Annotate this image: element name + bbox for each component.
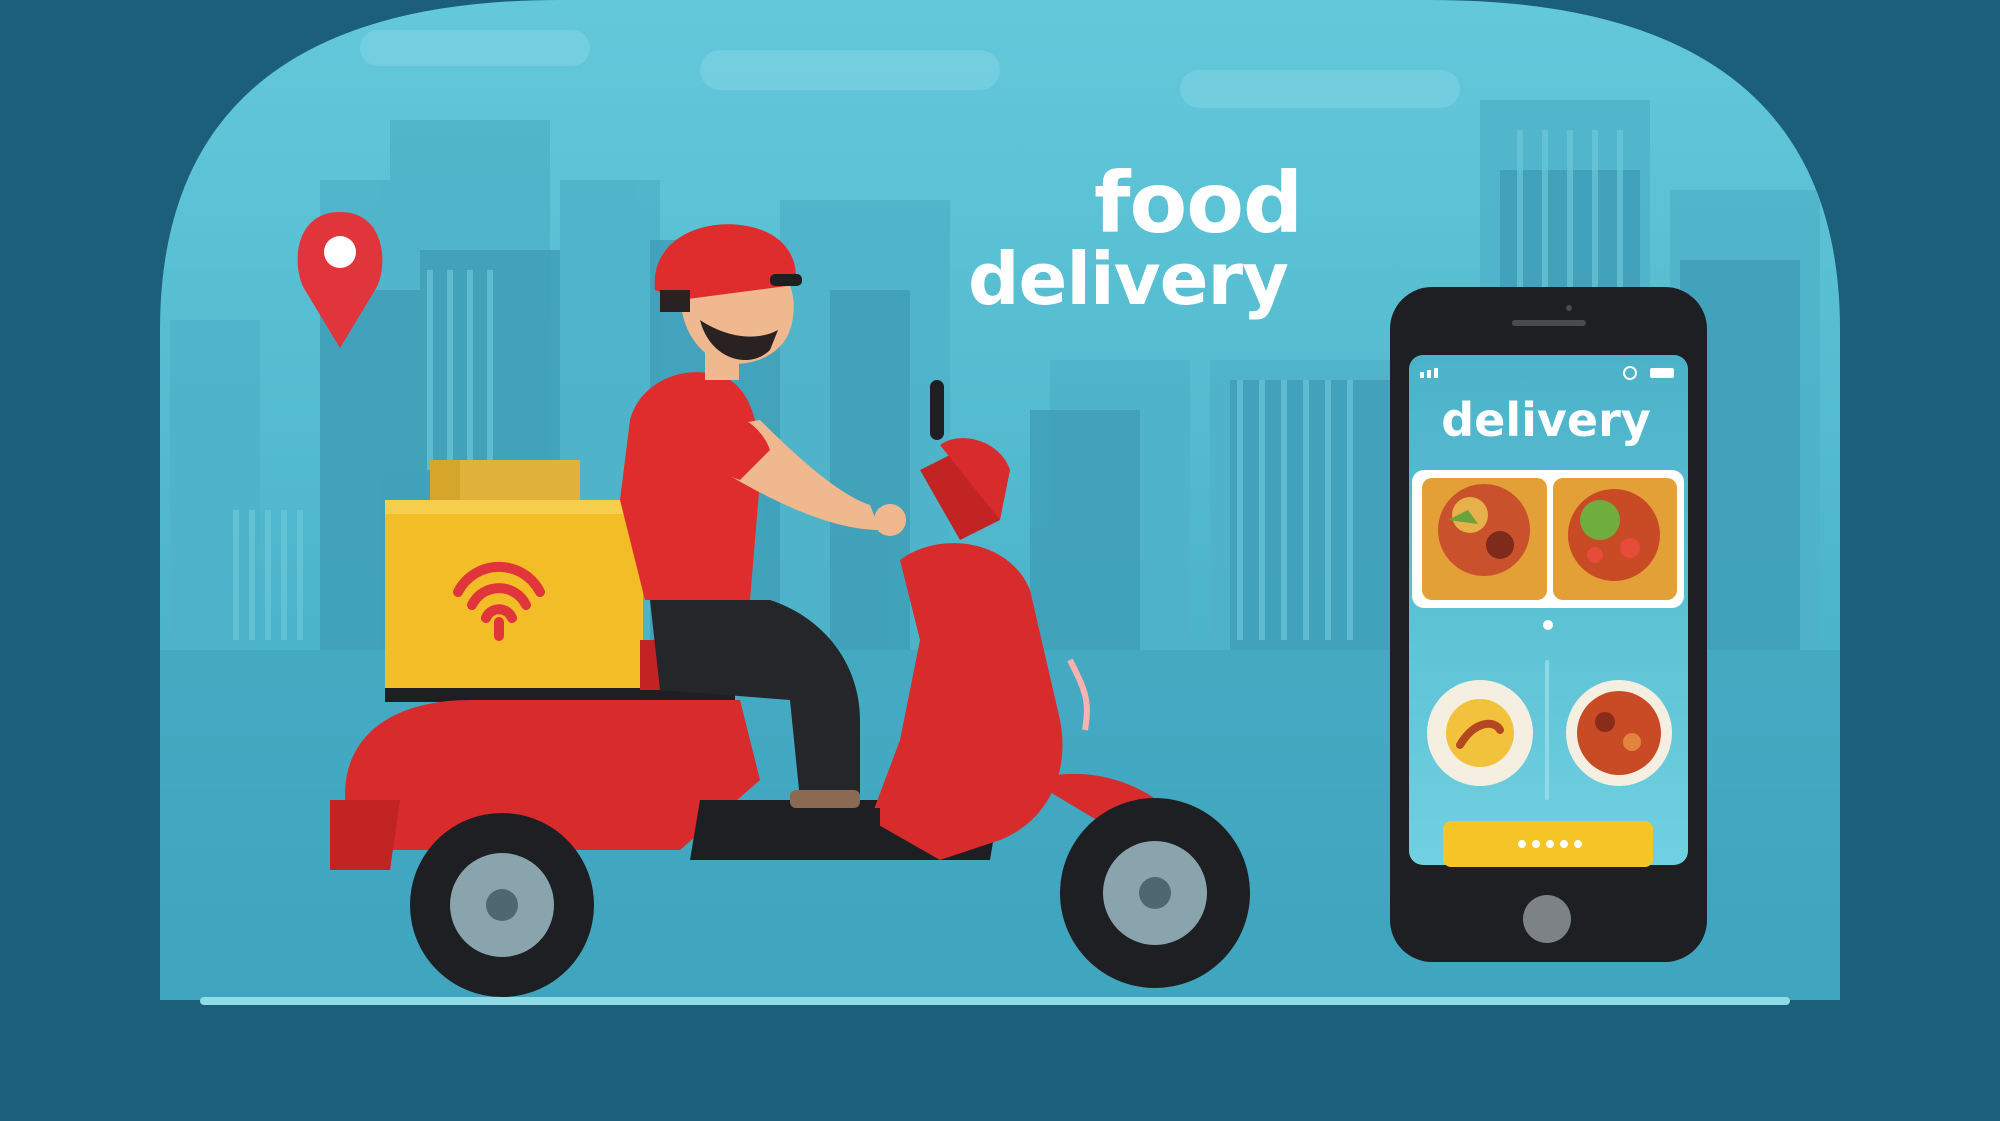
food-delivery-illustration <box>0 0 2000 1121</box>
road-line <box>200 997 1790 1005</box>
smartphone <box>1390 287 1707 962</box>
pager-dot <box>1543 620 1553 630</box>
home-button[interactable] <box>1523 895 1571 943</box>
plate-icon-1[interactable] <box>1427 680 1533 786</box>
dish-image-1[interactable] <box>1422 478 1547 600</box>
phone-app-title: delivery <box>1441 393 1651 447</box>
phone-app-title-wrap: delivery <box>1416 392 1676 448</box>
headline-delivery: delivery <box>968 237 1289 321</box>
headline-food: food <box>1094 154 1303 252</box>
plate-icon-2[interactable] <box>1566 680 1672 786</box>
phone-speaker <box>1512 320 1586 326</box>
dish-image-2[interactable] <box>1553 478 1677 600</box>
